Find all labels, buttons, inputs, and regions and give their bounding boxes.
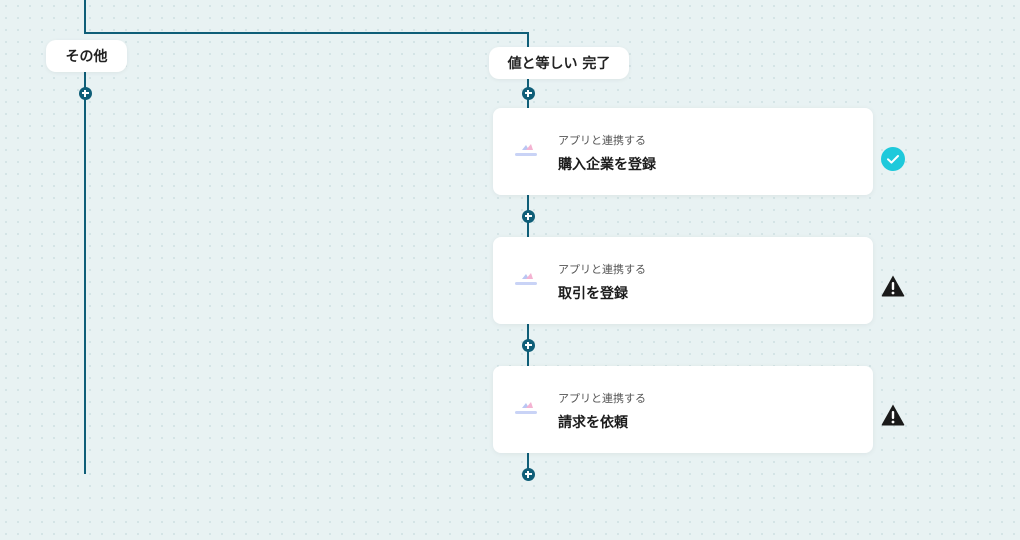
step-card-request-invoice[interactable]: アプリと連携する 請求を依頼 <box>493 366 873 453</box>
step-card-register-company[interactable]: アプリと連携する 購入企業を登録 <box>493 108 873 195</box>
warning-icon <box>881 275 905 297</box>
app-logo-icon <box>515 402 537 414</box>
step-card-register-transaction[interactable]: アプリと連携する 取引を登録 <box>493 237 873 324</box>
branch-label-other-text: その他 <box>65 49 108 65</box>
branch-label-equals-complete[interactable]: 値と等しい 完了 <box>489 47 629 79</box>
flow-line-horizontal <box>84 32 529 34</box>
check-circle-icon <box>881 147 905 171</box>
add-step-connector-right-3[interactable] <box>521 338 535 352</box>
flow-line-right-branch-top <box>527 32 529 48</box>
flow-canvas: その他 値と等しい 完了 アプリと連携する 購入企業を登録 アプリと連携する 取… <box>0 0 1020 540</box>
branch-label-other[interactable]: その他 <box>46 40 127 72</box>
add-step-connector-left[interactable] <box>78 86 92 100</box>
step-title: 取引を登録 <box>558 286 628 302</box>
flow-line-left-top <box>84 0 86 34</box>
flow-line-left-branch <box>84 70 86 474</box>
step-title: 購入企業を登録 <box>558 157 656 173</box>
app-logo-icon <box>515 273 537 285</box>
step-title: 請求を依頼 <box>558 415 628 431</box>
step-type-label: アプリと連携する <box>558 263 646 276</box>
add-step-connector-right-1[interactable] <box>521 86 535 100</box>
warning-icon <box>881 404 905 426</box>
add-step-connector-right-4[interactable] <box>521 467 535 481</box>
app-logo-icon <box>515 144 537 156</box>
step-type-label: アプリと連携する <box>558 134 646 147</box>
add-step-connector-right-2[interactable] <box>521 209 535 223</box>
branch-label-equals-complete-text: 値と等しい 完了 <box>507 56 611 72</box>
step-type-label: アプリと連携する <box>558 392 646 405</box>
